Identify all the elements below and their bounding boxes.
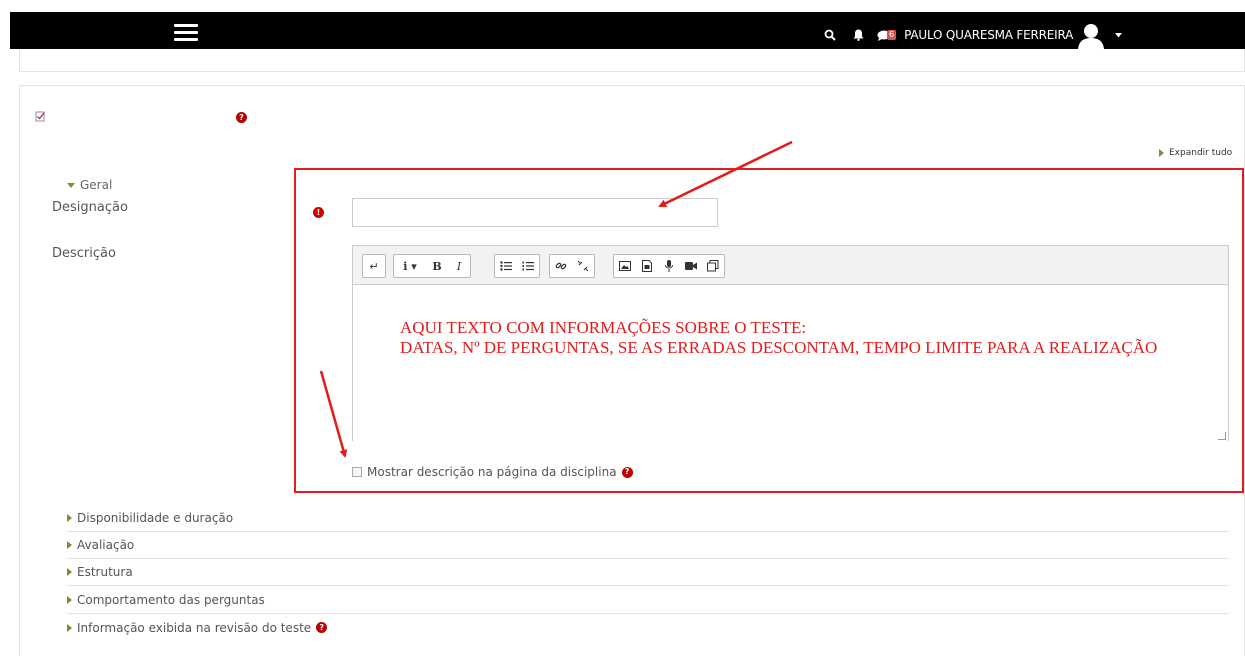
annotation-arrow-to-checkbox [319, 370, 348, 458]
annotation-arrow-to-name [658, 140, 793, 208]
annotation-arrows [319, 140, 793, 458]
